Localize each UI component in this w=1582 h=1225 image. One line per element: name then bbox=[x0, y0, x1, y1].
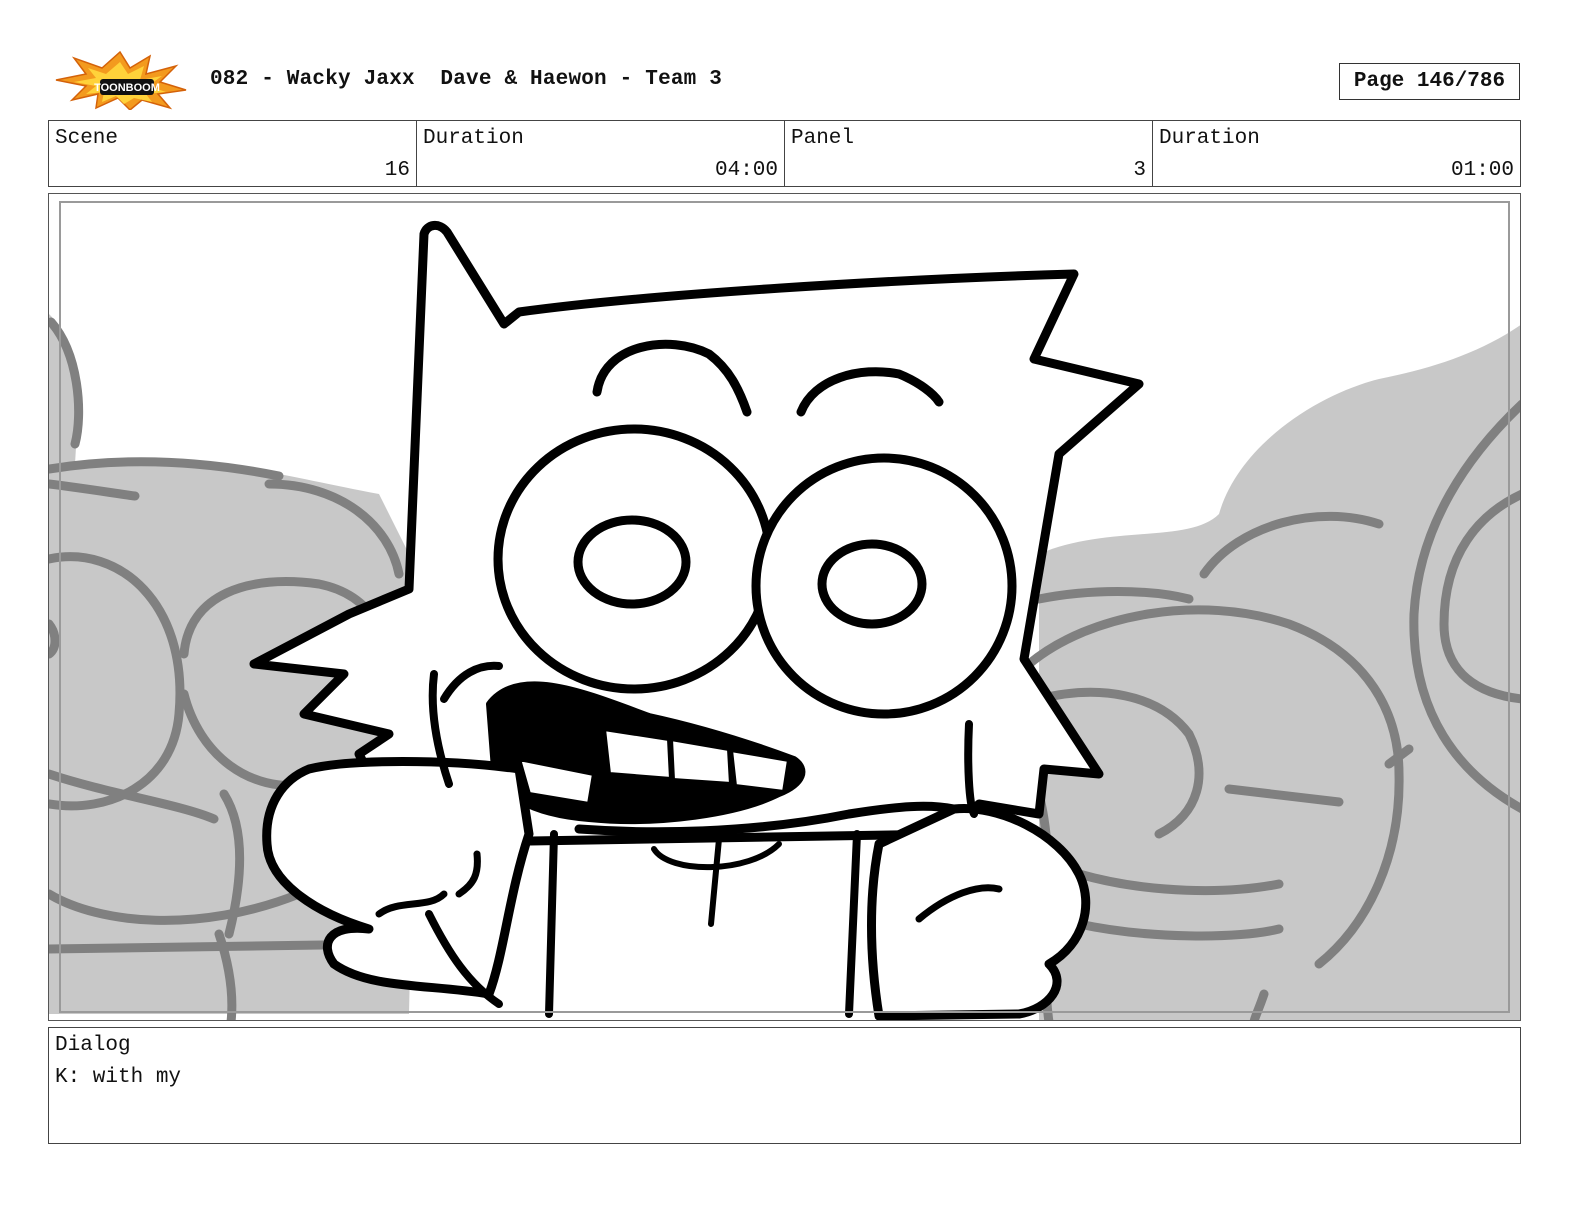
left-eye-inner bbox=[573, 515, 691, 609]
panel-drawing bbox=[49, 221, 1520, 1020]
scene-label: Scene bbox=[55, 127, 119, 150]
panel-label: Panel bbox=[791, 127, 855, 150]
panel-duration-label: Duration bbox=[1159, 127, 1260, 150]
dialog-text: K: with my bbox=[55, 1066, 182, 1089]
crowd-right-drawing bbox=[1039, 325, 1520, 1020]
page-indicator: Page 146/786 bbox=[1339, 63, 1520, 100]
toonboom-logo: TOONBOOM bbox=[52, 50, 188, 112]
scene-info-table: Scene 16 Duration 04:00 Panel 3 Duration… bbox=[48, 120, 1521, 187]
panel-cell: Panel 3 bbox=[785, 121, 1153, 186]
scene-value: 16 bbox=[384, 159, 410, 182]
scene-duration-value: 04:00 bbox=[714, 159, 778, 182]
right-hand-drawing bbox=[867, 803, 1091, 1020]
dialog-label: Dialog bbox=[55, 1034, 131, 1057]
panel-duration-cell: Duration 01:00 bbox=[1153, 121, 1520, 186]
dialog-box: Dialog K: with my bbox=[48, 1027, 1521, 1144]
panel-value: 3 bbox=[1133, 159, 1146, 182]
document-title: 082 - Wacky Jaxx Dave & Haewon - Team 3 bbox=[210, 68, 723, 91]
character-drawing bbox=[249, 221, 1144, 1020]
scene-duration-label: Duration bbox=[423, 127, 524, 150]
scene-duration-cell: Duration 04:00 bbox=[417, 121, 785, 186]
right-eye-inner bbox=[817, 539, 927, 629]
logo-text: TOONBOOM bbox=[94, 82, 160, 94]
panel-duration-value: 01:00 bbox=[1450, 159, 1514, 182]
scene-cell: Scene 16 bbox=[49, 121, 417, 186]
storyboard-panel bbox=[48, 193, 1521, 1021]
